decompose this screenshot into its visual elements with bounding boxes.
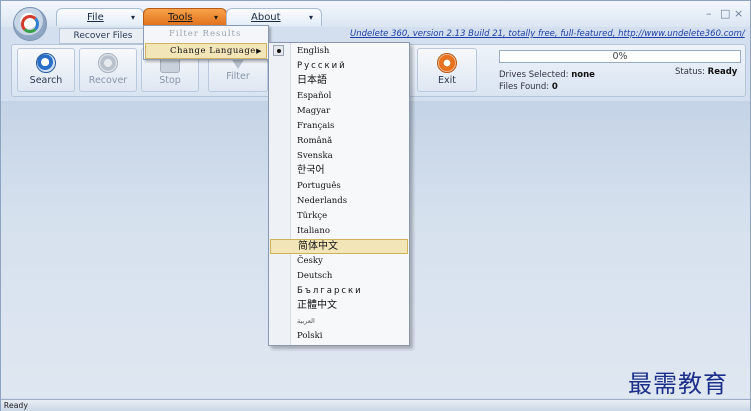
files-label: Files Found: <box>499 82 550 92</box>
language-item-arabic[interactable]: العربية <box>270 314 408 329</box>
search-icon <box>36 53 56 73</box>
language-item-french[interactable]: Français <box>270 119 408 134</box>
minimize-icon[interactable]: – <box>706 7 712 20</box>
version-link[interactable]: Undelete 360, version 2.13 Build 21, tot… <box>350 29 745 39</box>
exit-button[interactable]: Exit <box>417 48 477 92</box>
language-item-simplified-chinese[interactable]: 简体中文 <box>270 239 408 254</box>
close-icon[interactable]: × <box>734 7 743 20</box>
maximize-icon[interactable]: □ <box>720 7 730 20</box>
language-item-polish[interactable]: Polski <box>270 329 408 344</box>
tab-recover-files[interactable]: Recover Files <box>59 28 147 44</box>
menu-item-change-language[interactable]: Change Language ▶ <box>145 43 267 59</box>
recover-button-label: Recover <box>88 75 128 86</box>
language-item-english[interactable]: English <box>270 44 408 59</box>
exit-icon <box>437 53 457 73</box>
logo-ring-icon <box>21 15 39 33</box>
language-item-spanish[interactable]: Español <box>270 89 408 104</box>
language-item-dutch[interactable]: Nederlands <box>270 194 408 209</box>
language-item-korean[interactable]: 한국어 <box>270 164 408 179</box>
chevron-down-icon: ▾ <box>308 13 313 22</box>
language-item-hungarian[interactable]: Magyar <box>270 104 408 119</box>
language-item-portuguese[interactable]: Português <box>270 179 408 194</box>
language-item-japanese[interactable]: 日本語 <box>270 74 408 89</box>
status-bar: Ready <box>1 399 750 411</box>
menu-tools[interactable]: Tools ▾ <box>143 8 227 26</box>
menu-about-label: About <box>251 12 281 23</box>
drives-selected: Drives Selected: none <box>499 70 595 80</box>
language-submenu: English Русский 日本語 Español Magyar Franç… <box>268 42 410 346</box>
files-found: Files Found: 0 <box>499 82 558 92</box>
status-value: Ready <box>707 67 738 77</box>
files-value: 0 <box>551 82 558 92</box>
chevron-down-icon: ▾ <box>213 13 218 22</box>
status-label: Status: <box>675 67 705 77</box>
chevron-down-icon: ▾ <box>130 13 135 22</box>
submenu-arrow-icon: ▶ <box>256 47 262 55</box>
recover-icon <box>98 53 118 73</box>
language-item-romanian[interactable]: Română <box>270 134 408 149</box>
menu-tools-label: Tools <box>168 12 193 23</box>
change-language-label: Change Language <box>170 46 256 56</box>
language-item-german[interactable]: Deutsch <box>270 269 408 284</box>
tools-dropdown: Filter Results Change Language ▶ <box>143 25 269 60</box>
recover-button[interactable]: Recover <box>79 48 137 92</box>
search-button[interactable]: Search <box>17 48 75 92</box>
app-logo-icon[interactable] <box>13 7 47 41</box>
menu-about[interactable]: About ▾ <box>226 8 322 26</box>
status-indicator: Status: Ready <box>675 67 737 77</box>
progress-bar: 0% <box>499 50 741 63</box>
language-item-turkish[interactable]: Türkçe <box>270 209 408 224</box>
language-item-bulgarian[interactable]: Български <box>270 284 408 299</box>
language-item-italian[interactable]: Italiano <box>270 224 408 239</box>
drives-value: none <box>571 70 595 80</box>
drives-label: Drives Selected: <box>499 70 569 80</box>
language-item-traditional-chinese[interactable]: 正體中文 <box>270 299 408 314</box>
language-item-czech[interactable]: Česky <box>270 254 408 269</box>
filter-button-label: Filter <box>226 71 250 82</box>
language-item-russian[interactable]: Русский <box>270 59 408 74</box>
menu-file-label: File <box>87 12 104 23</box>
watermark-text: 最需教育 <box>628 370 728 398</box>
exit-button-label: Exit <box>438 75 456 86</box>
app-window: File ▾ Tools ▾ About ▾ – □ × Recover Fil… <box>0 0 751 411</box>
language-item-swedish[interactable]: Svenska <box>270 149 408 164</box>
menu-item-filter-results[interactable]: Filter Results <box>145 27 267 43</box>
search-button-label: Search <box>29 75 63 86</box>
menu-file[interactable]: File ▾ <box>56 8 144 26</box>
stop-button-label: Stop <box>159 75 181 86</box>
